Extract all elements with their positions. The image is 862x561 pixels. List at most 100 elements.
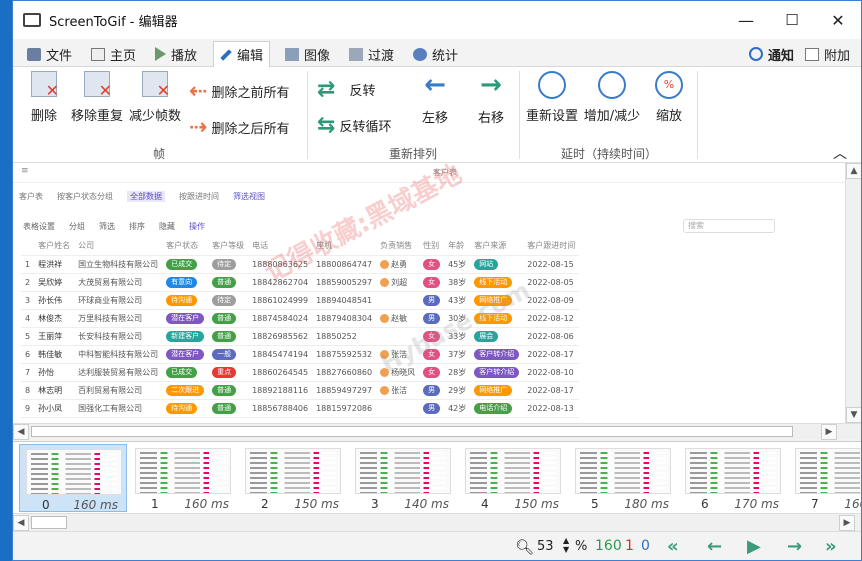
level-cell: 普通 [208,273,249,292]
status-badge: 有意向 [166,276,198,288]
move-right-icon: → [480,70,502,100]
title-bar: ScreenToGif - 编辑器 — ☐ ✕ [13,1,861,39]
frame-thumbnail[interactable]: 1 160 ms [129,444,237,512]
zoom-value[interactable]: 53 [537,539,554,554]
n-cell: 9 [21,399,35,418]
move-left-button[interactable]: ← 左移 [417,71,453,126]
delete-after-button[interactable]: ⇢ 删除之后所有 [189,115,289,140]
collapse-ribbon-icon[interactable]: ︿ [833,143,847,163]
tab-statistics[interactable]: 统计 [413,41,458,67]
tab-label: 编辑 [237,49,264,64]
yoyo-button[interactable]: ⇆ 反转循环 [317,113,391,138]
info-icon [413,47,427,61]
n-cell: 8 [21,381,35,400]
zoom-stepper-icon[interactable]: ▲ ▼ [563,536,569,554]
remove-duplicates-button[interactable]: ✕ 移除重复 [71,71,123,124]
sales-cell: 赵敏 [376,309,420,328]
phone-cell: 18826985562 [248,327,313,346]
arrow-left-icon: ⇠ [189,79,208,104]
move-right-button[interactable]: → 右移 [473,71,509,126]
last-frame-icon[interactable]: » [825,536,837,557]
scroll-right-icon[interactable]: ▶ [839,515,855,531]
notify-button[interactable]: 通知 [749,41,794,67]
editor-window: ScreenToGif - 编辑器 — ☐ ✕ 文件 主页 播放 编辑 图像 过… [12,0,862,561]
name-cell: 林俊杰 [34,309,75,328]
frame-thumbnail[interactable]: 7 160 ms [789,444,861,512]
source-cell: 客户转介绍 [470,345,524,364]
clock-plus-minus-icon [598,71,626,99]
menu-icon: ≡ [21,166,29,176]
tab-image[interactable]: 图像 [285,41,330,67]
tab-home[interactable]: 主页 [91,41,136,67]
tab-edit[interactable]: 编辑 [213,41,271,67]
time-cell: 2022-08-17 [523,381,580,400]
save-icon [27,47,41,61]
delete-before-button[interactable]: ⇠ 删除之前所有 [189,79,289,104]
toolbar-item: 操作 [189,222,205,231]
reset-delay-button[interactable]: 重新设置 [525,71,579,124]
play-frames-icon[interactable]: ▶ [747,536,761,557]
scroll-right-icon[interactable]: ▶ [821,424,837,440]
frame-list-scrollbar[interactable]: ◀ ▶ [13,513,861,531]
reverse-button[interactable]: ⇄ 反转 [317,77,375,102]
scroll-left-icon[interactable]: ◀ [13,424,29,440]
level-badge: 待定 [212,258,237,270]
n-cell: 4 [21,309,35,328]
level-cell: 普通 [208,327,249,346]
scroll-left-icon[interactable]: ◀ [13,515,29,531]
company-cell: 中科智能科技有限公司 [74,345,163,364]
delete-button[interactable]: ✕ 删除 [27,71,61,124]
status-cell: 已成交 [162,255,209,274]
age-cell: 28岁 [444,363,471,382]
level-cell: 普通 [208,309,249,328]
level-cell: 普通 [208,381,249,400]
company-cell: 国立生物科技有限公司 [74,255,163,274]
source-badge: 客户转介绍 [474,348,520,360]
refresh-icon [749,47,763,61]
name-cell: 程洪祥 [34,255,75,274]
increase-decrease-button[interactable]: 增加/减少 [581,71,643,124]
n-cell: 3 [21,291,35,310]
search-box: 搜索 [683,219,775,233]
scale-delay-button[interactable]: % 缩放 [649,71,689,124]
frame-thumbnail[interactable]: 5 180 ms [569,444,677,512]
name-cell: 孙小凤 [34,399,75,418]
minimize-button[interactable]: — [723,1,769,39]
n-cell: 6 [21,345,35,364]
maximize-button[interactable]: ☐ [769,1,815,39]
column-header: 客户姓名 [34,237,75,256]
tab-file[interactable]: 文件 [27,41,72,67]
scroll-up-icon[interactable]: ▲ [846,163,861,179]
scroll-thumb[interactable] [31,426,793,437]
reduce-frames-button[interactable]: ✕ 减少帧数 [127,71,183,124]
tab-transition[interactable]: 过渡 [349,41,394,67]
frame-thumbnail[interactable]: 4 150 ms [459,444,567,512]
gender-badge: 女 [423,276,441,288]
next-frame-icon[interactable]: → [787,536,802,557]
horizontal-scrollbar[interactable]: ◀ ▶ [13,423,861,440]
sales-cell [376,399,420,418]
scroll-thumb[interactable] [31,516,67,529]
tab-label: 主页 [110,48,137,64]
close-button[interactable]: ✕ [815,1,861,39]
time-cell: 2022-08-05 [523,273,580,292]
time-cell: 2022-08-06 [523,327,580,346]
status-cell: 待沟通 [162,399,209,418]
status-badge: 潜在客户 [166,312,205,324]
name-cell: 林志明 [34,381,75,400]
scroll-down-icon[interactable]: ▼ [846,407,861,423]
frame-index: 3 [371,497,379,511]
vertical-scrollbar[interactable]: ▲ ▼ [845,163,861,423]
first-frame-icon[interactable]: « [667,536,679,557]
frame-thumbnail[interactable]: 2 150 ms [239,444,347,512]
reset-label: 重新设置 [525,109,578,124]
zoom-magnifier-icon: 🔍︎ [515,538,535,556]
extras-button[interactable]: 附加 [805,41,850,67]
frame-thumbnail[interactable]: 0 160 ms [19,444,127,512]
separator [697,71,698,159]
zoom-unit: % [575,539,588,554]
frame-thumbnail[interactable]: 3 140 ms [349,444,457,512]
previous-frame-icon[interactable]: ← [707,536,722,557]
frame-thumbnail[interactable]: 6 170 ms [679,444,787,512]
tab-play[interactable]: 播放 [155,41,197,67]
